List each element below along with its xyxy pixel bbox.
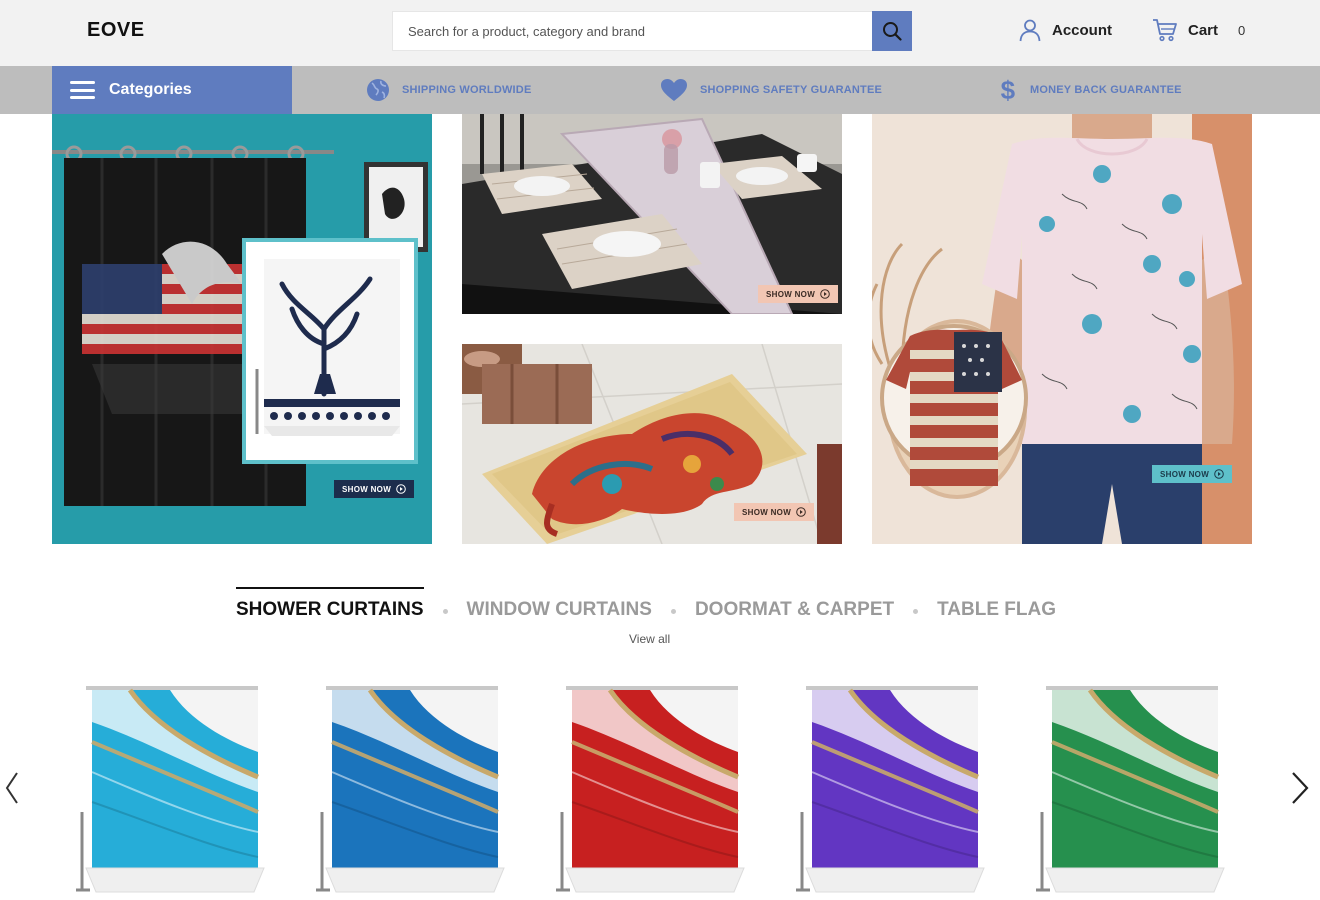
product-card[interactable] — [790, 682, 990, 900]
feature-shipping: SHIPPING WORLDWIDE — [366, 66, 532, 114]
tab-separator — [670, 608, 676, 614]
product-carousel — [70, 682, 1250, 900]
feature-safety: SHOPPING SAFETY GUARANTEE — [660, 66, 882, 114]
view-all-link[interactable]: View all — [629, 632, 670, 646]
nav-bar: Categories SHIPPING WORLDWIDE SHOPPING S… — [0, 66, 1320, 114]
cart-count: 0 — [1238, 22, 1246, 38]
shower-curtain-image — [796, 686, 985, 893]
feature-shipping-label: SHIPPING WORLDWIDE — [402, 84, 532, 96]
categories-label: Categories — [109, 81, 192, 98]
show-now-label: SHOW NOW — [342, 484, 392, 494]
search-bar — [392, 11, 912, 51]
show-now-button[interactable]: SHOW NOW — [758, 285, 839, 303]
hamburger-icon — [70, 81, 95, 99]
feature-safety-label: SHOPPING SAFETY GUARANTEE — [700, 84, 883, 96]
tab-shower-curtains[interactable]: SHOWER CURTAINS — [236, 587, 424, 621]
site-header: EOVE Account Cart 0 — [0, 0, 1320, 66]
show-now-label: SHOW NOW — [766, 289, 816, 299]
account-link[interactable]: Account — [1018, 18, 1112, 42]
search-button[interactable] — [872, 11, 912, 51]
tab-separator — [913, 608, 919, 614]
banner-doormat[interactable]: SHOW NOW — [462, 344, 842, 544]
product-card[interactable] — [70, 682, 270, 900]
chevron-right-icon — [1292, 772, 1309, 804]
banner-tshirts[interactable]: SHOW NOW — [872, 114, 1252, 544]
shower-curtain-image — [316, 686, 505, 893]
shower-curtain-image — [76, 686, 265, 893]
tab-window-curtains[interactable]: WINDOW CURTAINS — [467, 587, 652, 621]
svg-text:$: $ — [1001, 76, 1016, 104]
cart-link[interactable]: Cart 0 — [1152, 18, 1245, 42]
banner-table-runner[interactable]: SHOW NOW — [462, 114, 842, 314]
show-now-label: SHOW NOW — [1160, 469, 1210, 479]
account-label: Account — [1052, 21, 1112, 39]
feature-money-back-label: MONEY BACK GUARANTEE — [1030, 84, 1182, 96]
banner-table-runner-image — [462, 114, 842, 314]
chevron-left-icon — [5, 772, 18, 804]
show-now-button[interactable]: SHOW NOW — [734, 503, 815, 521]
user-icon — [1019, 19, 1041, 42]
dollar-icon: $ — [1001, 76, 1016, 104]
shower-curtain-image — [556, 686, 745, 893]
cart-icon — [1153, 19, 1177, 42]
logo[interactable]: EOVE — [87, 19, 145, 42]
show-now-label: SHOW NOW — [742, 507, 792, 517]
show-now-button[interactable]: SHOW NOW — [1152, 465, 1233, 483]
product-card[interactable] — [310, 682, 510, 900]
search-icon — [883, 22, 902, 41]
carousel-prev-button[interactable] — [0, 768, 24, 808]
search-input[interactable] — [392, 11, 872, 51]
play-circle-icon — [396, 484, 406, 494]
play-circle-icon — [796, 507, 806, 517]
tab-table-flag[interactable]: TABLE FLAG — [937, 587, 1056, 621]
category-tabs: SHOWER CURTAINS WINDOW CURTAINS DOORMAT … — [236, 584, 1056, 624]
product-card[interactable] — [1030, 682, 1230, 900]
shower-curtain-image — [1036, 686, 1225, 893]
cart-label: Cart — [1188, 21, 1219, 39]
tab-doormat-carpet[interactable]: DOORMAT & CARPET — [695, 587, 894, 621]
play-circle-icon — [820, 289, 830, 299]
banner-curtains[interactable]: SHOW NOW — [52, 114, 432, 544]
play-circle-icon — [1214, 469, 1224, 479]
heart-icon — [661, 79, 687, 101]
categories-menu-button[interactable]: Categories — [52, 66, 292, 114]
globe-icon — [367, 79, 389, 101]
feature-money-back: $ MONEY BACK GUARANTEE — [998, 66, 1182, 114]
product-card[interactable] — [550, 682, 750, 900]
carousel-next-button[interactable] — [1288, 768, 1312, 808]
show-now-button[interactable]: SHOW NOW — [334, 480, 415, 498]
tab-separator — [442, 608, 448, 614]
